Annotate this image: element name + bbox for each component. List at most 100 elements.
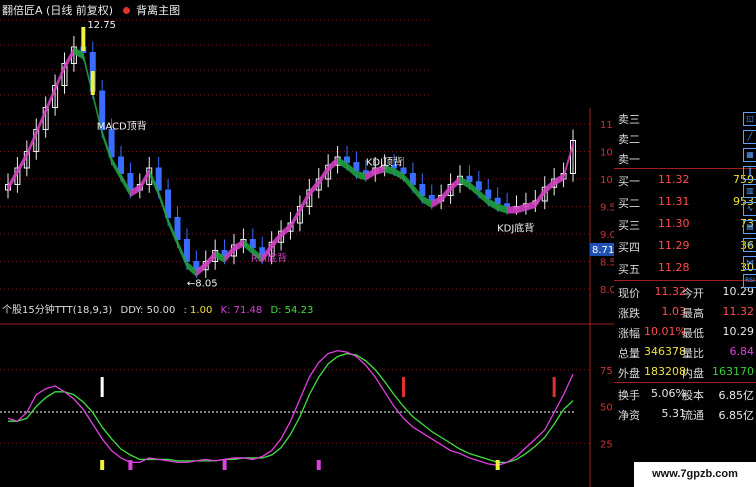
price-tick-label: 9.50 [600,203,614,214]
sub-tick-label: 75.00 [600,366,614,377]
price-tick-label: 8.00 [600,285,614,296]
quote-separator [614,168,756,169]
quote-panel: 卖三 卖二 卖一 买一 11.32 759 买二 11.31 953 买三 11.30 73 买四 11.… [614,108,756,487]
stat-value: 5.06% [651,387,686,400]
trend-band-segment [544,179,555,195]
buy-price: 11.30 [658,217,690,230]
buy-price: 11.29 [658,239,690,252]
vol-tool-icon[interactable]: ▤ [743,220,756,234]
top-signal [100,377,104,397]
trend-band-segment [45,85,56,115]
trend-band-segment [554,173,564,186]
sell-row: 卖一 [614,148,756,168]
buy-label: 买二 [618,197,640,210]
low-price-label: ←8.05 [187,278,218,289]
bar-tool-icon[interactable]: ▥ [743,184,756,198]
buy-label: 买四 [618,241,640,254]
trend-band-segment [64,47,74,71]
stat-value: 10.29 [722,325,755,338]
stat-label: 涨跌 [618,307,640,320]
k-value: K: 71.48 [220,305,263,316]
stat-row: 涨跌 1.03 最高 11.32 [614,302,756,322]
trend-band-segment [535,187,545,208]
k-line [7,349,574,466]
trend-band-segment [318,165,329,186]
buy-row: 买三 11.30 73 [614,214,756,234]
sell-label: 卖一 [618,153,640,166]
stat-label: 股本 [682,389,704,402]
bottom-signal [222,460,227,470]
price-tick-label: 10.00 [600,175,614,186]
stat-row: 换手 5.06% 股本 6.85亿 [614,384,756,404]
trend-band-segment [328,157,338,173]
stat-row: 现价 11.32 今开 10.29 [614,282,756,302]
buy-row: 买一 11.32 759 [614,170,756,190]
stat-label: 总量 [618,347,640,360]
buy-label: 买三 [618,219,640,232]
trend-band-segment [8,168,18,192]
buy-label: 买五 [618,263,640,276]
stat-row: 总量 346378 量比 6.84 [614,342,756,362]
quote-separator [614,382,756,383]
trend-band-segment [507,206,517,214]
sell-row: 卖三 [614,108,756,128]
current-price-tag-text: 8.71 [592,245,614,256]
stat-label: 量比 [682,347,704,360]
trend-band-segment [36,107,46,137]
buy-price: 11.32 [658,173,690,186]
trend-band-segment [516,203,526,214]
grid-tool-icon[interactable]: ▦ [743,148,756,162]
macd-tool-icon[interactable]: ≋ [743,238,756,252]
trend-band-segment [55,63,65,93]
stat-row: 涨幅 10.01% 最低 10.29 [614,322,756,342]
rsi-tool-button[interactable]: RSI [743,274,756,288]
stat-value: 346378 [644,345,686,358]
stat-value: 183208 [644,365,686,378]
candle-tool-icon[interactable]: ┃ [743,166,756,180]
trend-band-segment [26,129,37,159]
d-value: D: 54.23 [270,305,314,316]
stat-value: 6.85亿 [718,389,755,402]
trend-band-segment [450,176,460,192]
bottom-signal [128,460,133,470]
high-price-label: 12.75 [87,20,116,31]
chart-tool-icon[interactable]: ◱ [743,112,756,126]
kdj-tool-icon[interactable]: ⋈ [743,256,756,270]
top-signal [552,377,556,397]
stat-value: 11.32 [722,305,755,318]
price-tick-label: 10.50 [600,148,614,159]
signal-bar [90,71,95,95]
price-tick-label: 9.00 [600,230,614,241]
buy-price: 11.28 [658,261,690,274]
line-tool-icon[interactable]: ∿ [743,202,756,216]
kdj-bottom-label: KDJ底背 [497,221,534,234]
stat-row: 净资 5.31 流通 6.85亿 [614,404,756,424]
stat-label: 流通 [682,409,704,422]
trend-band-segment [234,239,244,252]
price-chart[interactable]: 11.00 10.50 10.00 9.50 9.00 8.50 8.00 8.71 12.75… [0,0,614,487]
macd-top-label: MACD顶背 [97,120,147,133]
hundred-value: : 1.00 [183,305,213,316]
buy-row: 买五 11.28 30 [614,258,756,278]
sell-row: 卖二 [614,128,756,148]
stat-value: 163170 [712,365,754,378]
ddy-value: DDY: 50.00 [120,305,176,316]
trend-band-segment [17,151,27,175]
sub-tick-label: 50.00 [600,403,614,414]
trend-band-segment [365,168,376,181]
trend-band-segment [299,190,310,214]
signal-bar [81,27,86,51]
trend-band-segment [309,179,319,197]
sub-chart-title: 个股15分钟TTT(18,9,3) DDY: 50.00 : 1.00 K: 7… [2,301,318,316]
buy-price: 11.31 [658,195,690,208]
stat-label: 今开 [682,287,704,300]
price-tick-label: 8.50 [600,258,614,269]
trend-tool-icon[interactable]: ╱ [743,130,756,144]
trend-band-segment [281,223,291,239]
trend-band-segment [139,168,150,192]
stat-label: 涨幅 [618,327,640,340]
stat-label: 换手 [618,389,640,402]
quote-separator [614,280,756,281]
bottom-signal [316,460,321,470]
trend-band-segment [563,140,573,181]
